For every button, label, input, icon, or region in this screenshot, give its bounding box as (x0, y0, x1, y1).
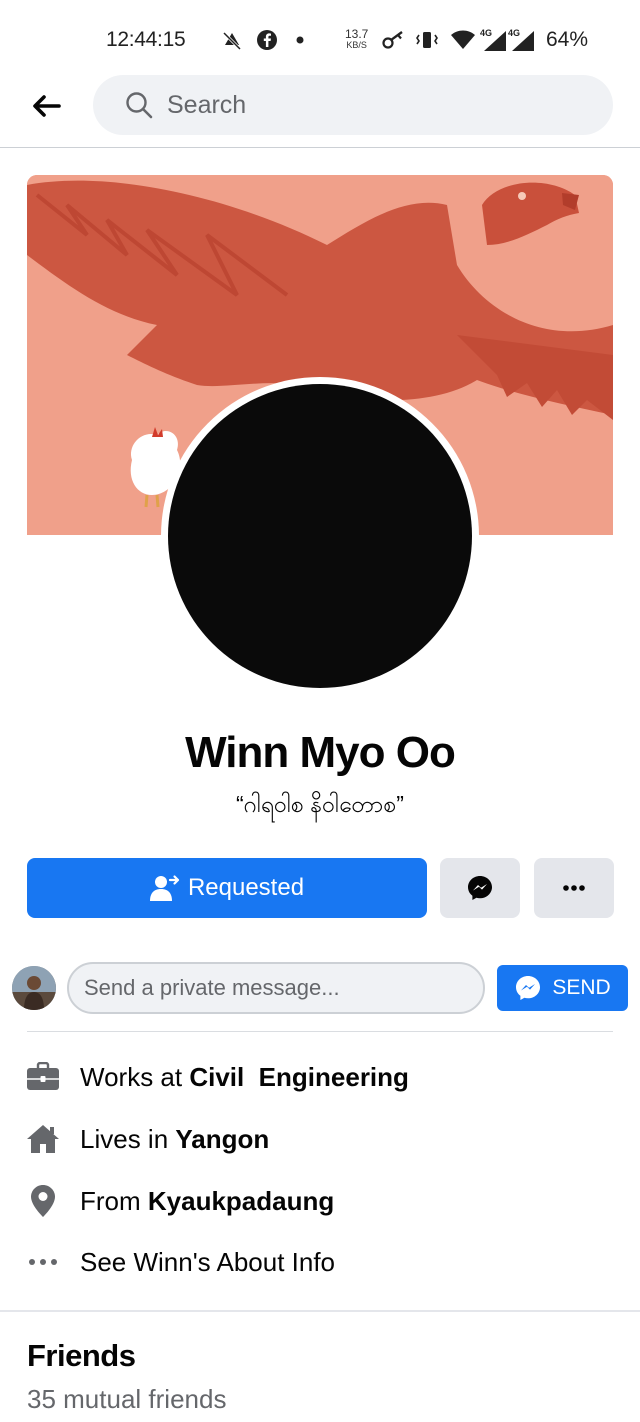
user-avatar (12, 966, 56, 1010)
mutual-friends-count[interactable]: 35 mutual friends (27, 1384, 226, 1415)
search-icon (125, 91, 153, 119)
info-work: Works at Civil Engineering (0, 1054, 640, 1100)
send-button[interactable]: SEND (497, 965, 628, 1011)
profile-bio: “ဂါရဝါစ နိဝါတောစ” (236, 791, 404, 817)
more-dots-icon (25, 1244, 61, 1280)
requested-label: Requested (187, 874, 305, 901)
battery-percent: 64% (546, 28, 589, 51)
profile-name: Winn Myo Oo (185, 728, 456, 777)
send-label: SEND (552, 976, 611, 999)
search-bar[interactable]: Search (93, 75, 613, 135)
facebook-notification-icon (254, 26, 280, 54)
clock: 12:44:15 (106, 28, 186, 51)
private-message-input[interactable]: Send a private message... (67, 962, 485, 1014)
wifi-icon (449, 26, 477, 54)
info-lives-value[interactable]: Yangon (175, 1124, 269, 1154)
divider (27, 1031, 613, 1032)
vibrate-icon (414, 26, 440, 54)
info-work-text: Works at Civil Engineering (80, 1062, 409, 1093)
info-from-prefix: From (80, 1185, 148, 1216)
info-from-text: From Kyaukpadaung (80, 1186, 334, 1217)
info-from-value[interactable]: Kyaukpadaung (148, 1186, 334, 1216)
mute-notification-icon (220, 26, 244, 54)
info-lives: Lives in Yangon (0, 1116, 640, 1162)
network-speed-unit: KB/S (346, 40, 367, 50)
back-arrow-icon (33, 95, 61, 117)
top-bar: Search (0, 70, 640, 148)
info-work-value[interactable]: Civil Engineering (189, 1062, 409, 1092)
messenger-button[interactable] (440, 858, 520, 918)
profile-picture[interactable] (168, 384, 472, 688)
requested-button[interactable]: Requested (27, 858, 427, 918)
info-work-prefix: Works at (80, 1061, 190, 1092)
friends-heading: Friends (27, 1338, 136, 1373)
network-type-1: 4G (480, 28, 492, 38)
messenger-icon (468, 876, 492, 900)
home-icon (25, 1121, 61, 1157)
info-about-link[interactable]: See Winn's About Info (0, 1239, 640, 1285)
cell-signal-2-icon: 4G (508, 26, 536, 54)
briefcase-icon (25, 1059, 61, 1095)
more-dots-icon (563, 885, 585, 891)
friend-request-sent-icon (149, 874, 180, 902)
network-speed-value: 13.7 (345, 27, 369, 41)
vpn-key-icon (381, 26, 407, 54)
back-button[interactable] (22, 86, 70, 126)
notification-dot-icon (294, 26, 306, 54)
info-lives-text: Lives in Yangon (80, 1124, 269, 1155)
info-lives-prefix: Lives in (80, 1123, 176, 1154)
cell-signal-1-icon: 4G (480, 26, 508, 54)
section-divider (0, 1310, 640, 1312)
location-pin-icon (25, 1183, 61, 1219)
more-options-button[interactable] (534, 858, 614, 918)
network-speed: 13.7 KB/S (345, 27, 369, 51)
network-type-2: 4G (508, 28, 520, 38)
search-placeholder: Search (167, 90, 247, 119)
info-about-label: See Winn's About Info (80, 1246, 336, 1277)
status-bar: 12:44:15 13.7 KB/S 4G 4G 64% (0, 0, 640, 80)
messenger-icon (514, 974, 542, 1002)
info-from: From Kyaukpadaung (0, 1178, 640, 1224)
